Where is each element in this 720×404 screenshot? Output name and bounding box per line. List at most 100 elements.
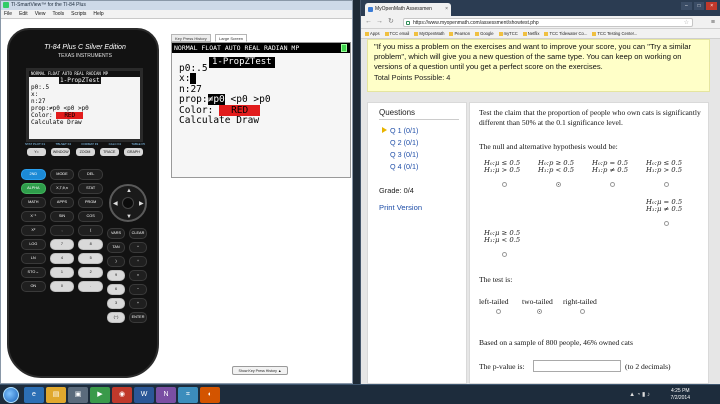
question-link-1[interactable]: Q 1 (0/1) <box>382 126 418 135</box>
taskbar-app-icon[interactable]: ▣ <box>68 387 88 403</box>
calc-arrow-pad[interactable]: ▲ ▼ ◀ ▶ <box>109 184 147 222</box>
hypothesis-radio-6[interactable] <box>502 252 507 257</box>
calc-right-key-r6-c1[interactable]: ENTER <box>129 312 147 323</box>
calc-left-key-r7-c2[interactable]: 2 <box>78 267 103 278</box>
calc-left-key-r6-c1[interactable]: 4 <box>49 253 75 264</box>
taskbar-explorer-icon[interactable]: ▤ <box>46 387 66 403</box>
bookmark-netflix[interactable]: Netflix <box>523 29 540 38</box>
menu-edit[interactable]: Edit <box>19 10 28 18</box>
calc-left-key-r7-c1[interactable]: 1 <box>49 267 75 278</box>
menu-scripts[interactable]: Scripts <box>71 10 86 18</box>
hypothesis-radio-5[interactable] <box>664 221 669 226</box>
test-radio-left[interactable] <box>496 309 501 314</box>
calc-left-key-r0-c1[interactable]: MODE <box>49 169 75 180</box>
calc-left-key-r2-c0[interactable]: MATH <box>21 197 46 208</box>
calc-right-key-r5-c1[interactable]: + <box>129 298 147 309</box>
key-y-equals[interactable]: Y= <box>27 148 46 156</box>
calc-left-key-r3-c2[interactable]: COS <box>78 211 103 222</box>
calc-left-key-r2-c1[interactable]: APPS <box>49 197 75 208</box>
bookmark-google[interactable]: Google <box>475 29 494 38</box>
calc-left-key-r5-c2[interactable]: 8 <box>78 239 103 250</box>
url-input[interactable]: https://www.myopenmath.com/assessment/sh… <box>403 18 693 27</box>
menu-view[interactable]: View <box>35 10 46 18</box>
back-icon[interactable]: ← <box>365 18 372 26</box>
maximize-icon[interactable]: □ <box>693 2 705 10</box>
test-radio-two[interactable] <box>537 309 542 314</box>
calc-left-key-r3-c1[interactable]: SIN <box>49 211 75 222</box>
show-key-press-history-button[interactable]: Show Key Press History ▲ <box>232 366 288 375</box>
calc-left-key-r8-c0[interactable]: ON <box>21 281 46 292</box>
taskbar-chrome-icon[interactable]: ◉ <box>112 387 132 403</box>
hypothesis-radio-1[interactable] <box>502 182 507 187</box>
calc-right-key-r3-c0[interactable]: 9 <box>107 270 125 281</box>
close-icon[interactable]: × <box>706 2 718 10</box>
calc-left-key-r5-c0[interactable]: LOG <box>21 239 46 250</box>
question-link-4[interactable]: Q 4 (0/1) <box>382 162 418 171</box>
calc-right-key-r0-c1[interactable]: CLEAR <box>129 228 147 239</box>
calc-left-key-r2-c2[interactable]: PRGM <box>78 197 103 208</box>
calc-left-key-r8-c1[interactable]: 0 <box>49 281 75 292</box>
pvalue-input[interactable] <box>533 360 621 372</box>
taskbar-word-icon[interactable]: W <box>134 387 154 403</box>
menu-file[interactable]: File <box>4 10 12 18</box>
menu-help[interactable]: Help <box>93 10 103 18</box>
calc-left-key-r4-c2[interactable]: ( <box>78 225 103 236</box>
taskbar-media-icon[interactable]: ▶ <box>90 387 110 403</box>
bookmark-apps[interactable]: Apps <box>365 29 380 38</box>
calc-right-key-r5-c0[interactable]: 3 <box>107 298 125 309</box>
calc-right-key-r4-c0[interactable]: 6 <box>107 284 125 295</box>
hypothesis-radio-3[interactable] <box>610 182 615 187</box>
tab-key-press-history[interactable]: Key Press History <box>171 34 211 42</box>
bookmark-tcc-email[interactable]: TCC email <box>385 29 410 38</box>
calc-right-key-r4-c1[interactable]: − <box>129 284 147 295</box>
bookmark-mytcc[interactable]: myTCC <box>499 29 518 38</box>
calc-right-key-r2-c1[interactable]: ÷ <box>129 256 147 267</box>
bookmark-tcc-tidewater[interactable]: TCC Tidewater Co... <box>544 29 587 38</box>
calc-left-key-r0-c2[interactable]: DEL <box>78 169 103 180</box>
start-button[interactable] <box>3 387 19 403</box>
hypothesis-radio-4[interactable] <box>664 182 669 187</box>
bookmark-pearson[interactable]: Pearson <box>449 29 470 38</box>
calc-right-key-r1-c1[interactable]: ^ <box>129 242 147 253</box>
key-zoom[interactable]: ZOOM <box>75 148 95 156</box>
taskbar-ie-icon[interactable]: e <box>24 387 44 403</box>
taskbar-clock[interactable]: 4:25 PM 7/2/2014 <box>671 388 690 402</box>
calc-right-key-r1-c0[interactable]: TAN <box>107 242 125 253</box>
taskbar-firefox-icon[interactable]: ◐ <box>200 387 220 403</box>
test-radio-right[interactable] <box>580 309 585 314</box>
minimize-icon[interactable]: – <box>681 2 692 10</box>
calc-right-key-r0-c0[interactable]: VARS <box>107 228 125 239</box>
system-tray-icons[interactable]: ▲ ◔ ▮ ♪ <box>629 391 650 398</box>
taskbar-onenote-icon[interactable]: N <box>156 387 176 403</box>
bookmark-star-icon[interactable]: ☆ <box>684 19 689 27</box>
bookmark-tcc-testing[interactable]: TCC Testing Center... <box>592 29 637 38</box>
arrow-left-icon[interactable]: ◀ <box>113 201 118 207</box>
key-graph[interactable]: GRAPH <box>124 148 143 156</box>
calc-left-key-r6-c0[interactable]: LN <box>21 253 46 264</box>
bookmark-myopenmath[interactable]: MyOpenMath <box>414 29 444 38</box>
arrow-right-icon[interactable]: ▶ <box>139 201 144 207</box>
arrow-up-icon[interactable]: ▲ <box>126 188 132 194</box>
menu-tools[interactable]: Tools <box>52 10 64 18</box>
browser-menu-icon[interactable]: ≡ <box>711 19 715 26</box>
key-window[interactable]: WINDOW <box>51 148 71 156</box>
forward-icon[interactable]: → <box>376 18 383 26</box>
calc-right-key-r6-c0[interactable]: (−) <box>107 312 125 323</box>
browser-tab[interactable]: MyOpenMath Assessmen × <box>365 3 451 16</box>
tab-close-icon[interactable]: × <box>445 3 448 16</box>
arrow-down-icon[interactable]: ▼ <box>126 214 132 220</box>
calc-left-key-r6-c2[interactable]: 5 <box>78 253 103 264</box>
print-version-link[interactable]: Print Version <box>379 203 422 212</box>
calc-left-key-r8-c2[interactable]: . <box>78 281 103 292</box>
taskbar-smartview-icon[interactable]: ⌗ <box>178 387 198 403</box>
calc-right-key-r3-c1[interactable]: × <box>129 270 147 281</box>
calc-left-key-r4-c1[interactable]: , <box>49 225 75 236</box>
calc-left-key-r0-c0[interactable]: 2ND <box>21 169 46 180</box>
question-link-2[interactable]: Q 2 (0/1) <box>382 138 418 147</box>
tab-large-screen[interactable]: Large Screen <box>215 34 248 42</box>
calc-left-key-r7-c0[interactable]: STO→ <box>21 267 46 278</box>
calc-left-key-r5-c1[interactable]: 7 <box>49 239 75 250</box>
calc-left-key-r1-c1[interactable]: X,T,θ,n <box>49 183 75 194</box>
key-trace[interactable]: TRACE <box>99 148 119 156</box>
calc-left-key-r1-c2[interactable]: STAT <box>78 183 103 194</box>
